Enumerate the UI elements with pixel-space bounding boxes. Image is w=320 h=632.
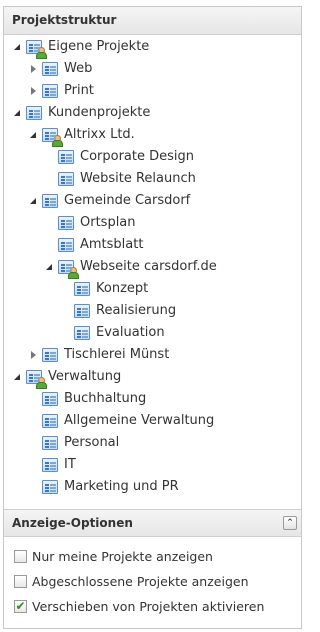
project-icon: [26, 106, 42, 120]
checkbox[interactable]: [14, 549, 27, 563]
option-label: Abgeschlossene Projekte anzeigen: [32, 573, 249, 589]
tree-item-ortsplan[interactable]: Ortsplan: [44, 212, 136, 234]
project-icon: [42, 414, 58, 428]
tree-item-label: Konzept: [96, 281, 149, 296]
expand-toggle-icon[interactable]: [28, 86, 38, 96]
tree-item-buchhaltung[interactable]: Buchhaltung: [28, 388, 146, 410]
option-only-my-projects[interactable]: Nur meine Projekte anzeigen: [14, 546, 213, 566]
tree-item-label: Eigene Projekte: [48, 39, 150, 54]
tree-item-personal[interactable]: Personal: [28, 432, 119, 454]
tree-item-label: Marketing und PR: [64, 479, 179, 494]
tree-item-amtsblatt[interactable]: Amtsblatt: [44, 234, 143, 256]
tree-item-label: Corporate Design: [80, 149, 195, 164]
tree-item-tischlerei[interactable]: Tischlerei Münst: [28, 344, 169, 366]
expand-toggle-icon[interactable]: [28, 196, 38, 206]
tree-item-realisierung[interactable]: Realisierung: [60, 300, 176, 322]
project-group-user-icon: [26, 370, 47, 389]
project-icon: [74, 304, 90, 318]
tree-item-label: Kundenprojekte: [48, 105, 151, 120]
tree-item-print[interactable]: Print: [28, 80, 94, 102]
tree-item-label: Amtsblatt: [80, 237, 144, 252]
tree-item-web[interactable]: Web: [28, 58, 92, 80]
project-icon: [42, 194, 58, 208]
project-icon: [58, 150, 74, 164]
expand-toggle-icon[interactable]: [28, 64, 38, 74]
project-group-user-icon: [58, 260, 79, 279]
tree-item-label: Tischlerei Münst: [64, 347, 170, 362]
project-icon: [42, 348, 58, 362]
options-header: Anzeige-Optionen ⌃: [4, 509, 301, 537]
project-icon: [74, 282, 90, 296]
project-structure-panel: Projektstruktur Eigene Projekte Web Prin…: [3, 6, 302, 629]
expand-toggle-icon[interactable]: [28, 130, 38, 140]
project-icon: [42, 480, 58, 494]
project-group-user-icon: [42, 128, 63, 147]
tree-item-label: Verwaltung: [48, 369, 122, 384]
option-label: Nur meine Projekte anzeigen: [32, 548, 213, 564]
option-enable-moving-projects[interactable]: ✔ Verschieben von Projekten aktivieren: [14, 596, 264, 616]
expand-toggle-icon[interactable]: [12, 42, 22, 52]
expand-toggle-icon[interactable]: [44, 262, 54, 272]
checkbox-checked[interactable]: ✔: [14, 599, 27, 613]
tree-item-label: Web: [64, 61, 93, 76]
tree-item-label: Website Relaunch: [80, 171, 196, 186]
tree-item-altrixx[interactable]: Altrixx Ltd.: [28, 124, 135, 147]
project-group-user-icon: [26, 40, 47, 59]
project-icon: [42, 62, 58, 76]
tree-item-label: Gemeinde Carsdorf: [64, 193, 191, 208]
tree-item-corporate-design[interactable]: Corporate Design: [44, 146, 194, 168]
tree-item-allgemeine-verwaltung[interactable]: Allgemeine Verwaltung: [28, 410, 214, 432]
tree-item-webseite-carsdorf[interactable]: Webseite carsdorf.de: [44, 256, 217, 279]
project-icon: [42, 84, 58, 98]
project-icon: [58, 216, 74, 230]
options-title: Anzeige-Optionen: [12, 516, 133, 530]
tree-item-konzept[interactable]: Konzept: [60, 278, 148, 300]
tree-item-eigene-projekte[interactable]: Eigene Projekte: [12, 36, 150, 59]
panel-title: Projektstruktur: [4, 7, 301, 35]
tree-item-label: IT: [64, 457, 76, 472]
tree-item-label: Personal: [64, 435, 120, 450]
expand-toggle-icon[interactable]: [12, 108, 22, 118]
tree-item-verwaltung[interactable]: Verwaltung: [12, 366, 122, 389]
tree-item-marketing[interactable]: Marketing und PR: [28, 476, 179, 498]
double-chevron-up-icon[interactable]: ⌃: [283, 516, 297, 530]
tree-item-label: Buchhaltung: [64, 391, 147, 406]
tree-item-label: Ortsplan: [80, 215, 136, 230]
tree-item-gemeinde-carsdorf[interactable]: Gemeinde Carsdorf: [28, 190, 190, 212]
tree-item-label: Allgemeine Verwaltung: [64, 413, 215, 428]
tree-item-label: Webseite carsdorf.de: [80, 259, 217, 274]
project-icon: [42, 392, 58, 406]
option-show-closed-projects[interactable]: Abgeschlossene Projekte anzeigen: [14, 571, 249, 591]
option-label: Verschieben von Projekten aktivieren: [32, 598, 265, 614]
project-icon: [74, 326, 90, 340]
tree-item-label: Altrixx Ltd.: [64, 127, 135, 142]
tree-item-label: Realisierung: [96, 303, 177, 318]
tree-item-kundenprojekte[interactable]: Kundenprojekte: [12, 102, 150, 124]
tree-item-evaluation[interactable]: Evaluation: [60, 322, 165, 344]
tree-item-label: Print: [64, 83, 94, 98]
project-icon: [42, 458, 58, 472]
tree-item-website-relaunch[interactable]: Website Relaunch: [44, 168, 196, 190]
expand-toggle-icon[interactable]: [12, 372, 22, 382]
tree-item-label: Evaluation: [96, 325, 165, 340]
checkbox[interactable]: [14, 574, 27, 588]
project-icon: [58, 238, 74, 252]
project-icon: [58, 172, 74, 186]
project-icon: [42, 436, 58, 450]
tree-item-it[interactable]: IT: [28, 454, 76, 476]
expand-toggle-icon[interactable]: [28, 350, 38, 360]
